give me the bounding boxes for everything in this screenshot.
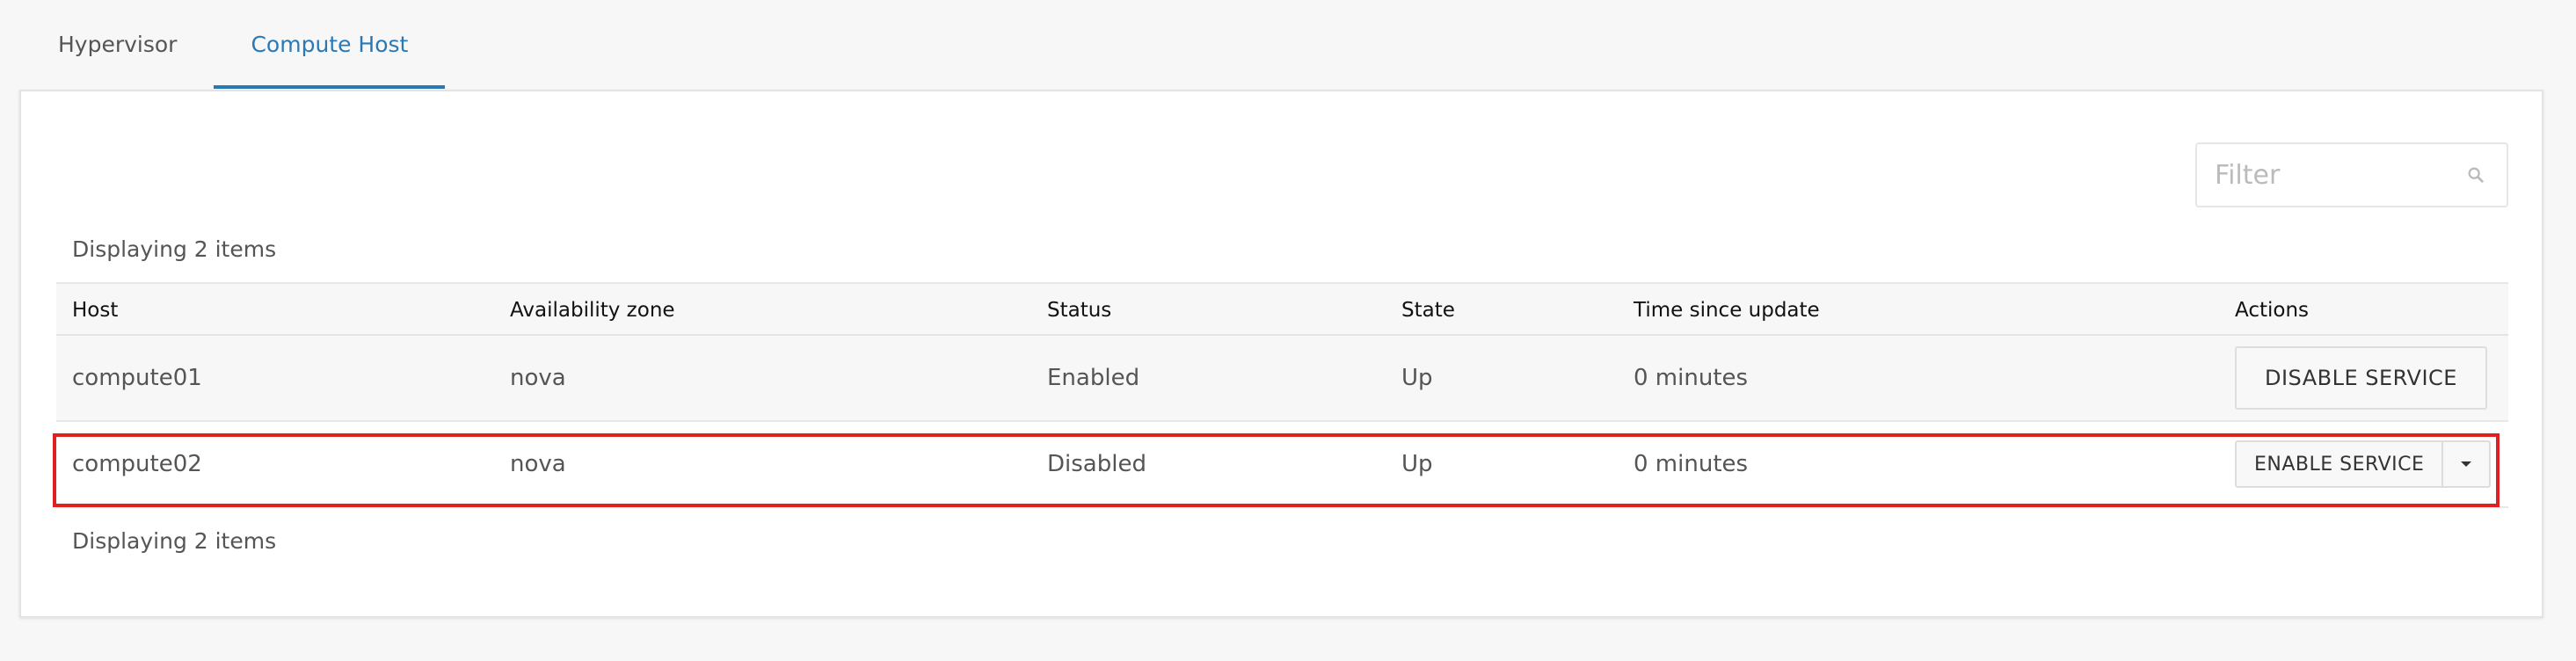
actions-dropdown-toggle[interactable] — [2443, 440, 2492, 488]
cell-host: compute01 — [72, 365, 202, 391]
cell-availability-zone: nova — [510, 451, 566, 477]
compute-host-panel: Displaying 2 items Host Availability zon… — [19, 90, 2543, 618]
cell-status: Disabled — [1047, 451, 1146, 477]
table-header: Host Availability zone Status State Time… — [56, 282, 2508, 336]
filter-box — [2195, 142, 2508, 207]
item-count-top: Displaying 2 items — [72, 236, 277, 262]
column-header-state: State — [1401, 298, 1455, 322]
search-icon[interactable] — [2466, 165, 2485, 185]
item-count-bottom: Displaying 2 items — [72, 528, 277, 554]
filter-input[interactable] — [2197, 144, 2452, 206]
cell-status: Enabled — [1047, 365, 1140, 391]
tab-compute-host[interactable]: Compute Host — [214, 0, 446, 89]
column-header-time-since-update: Time since update — [1634, 298, 1820, 322]
cell-time-since-update: 0 minutes — [1634, 451, 1749, 477]
cell-state: Up — [1401, 451, 1433, 477]
cell-actions: ENABLE SERVICE — [2235, 422, 2492, 506]
cell-host: compute02 — [72, 451, 202, 477]
column-header-host: Host — [72, 298, 119, 322]
cell-time-since-update: 0 minutes — [1634, 365, 1749, 391]
table-row: compute01 nova Enabled Up 0 minutes DISA… — [56, 336, 2508, 422]
column-header-actions: Actions — [2235, 298, 2310, 322]
caret-down-icon — [2461, 461, 2472, 467]
enable-service-button[interactable]: ENABLE SERVICE — [2235, 440, 2444, 488]
column-header-availability-zone: Availability zone — [510, 298, 675, 322]
column-header-status: Status — [1047, 298, 1112, 322]
tab-hypervisor[interactable]: Hypervisor — [21, 0, 214, 89]
cell-availability-zone: nova — [510, 365, 566, 391]
compute-host-table: Host Availability zone Status State Time… — [56, 282, 2508, 508]
cell-state: Up — [1401, 365, 1433, 391]
enable-service-button-group: ENABLE SERVICE — [2235, 440, 2492, 488]
tab-bar: Hypervisor Compute Host — [21, 0, 446, 89]
cell-actions: DISABLE SERVICE — [2235, 336, 2487, 420]
table-row: compute02 nova Disabled Up 0 minutes ENA… — [56, 422, 2508, 508]
disable-service-button[interactable]: DISABLE SERVICE — [2235, 346, 2487, 410]
